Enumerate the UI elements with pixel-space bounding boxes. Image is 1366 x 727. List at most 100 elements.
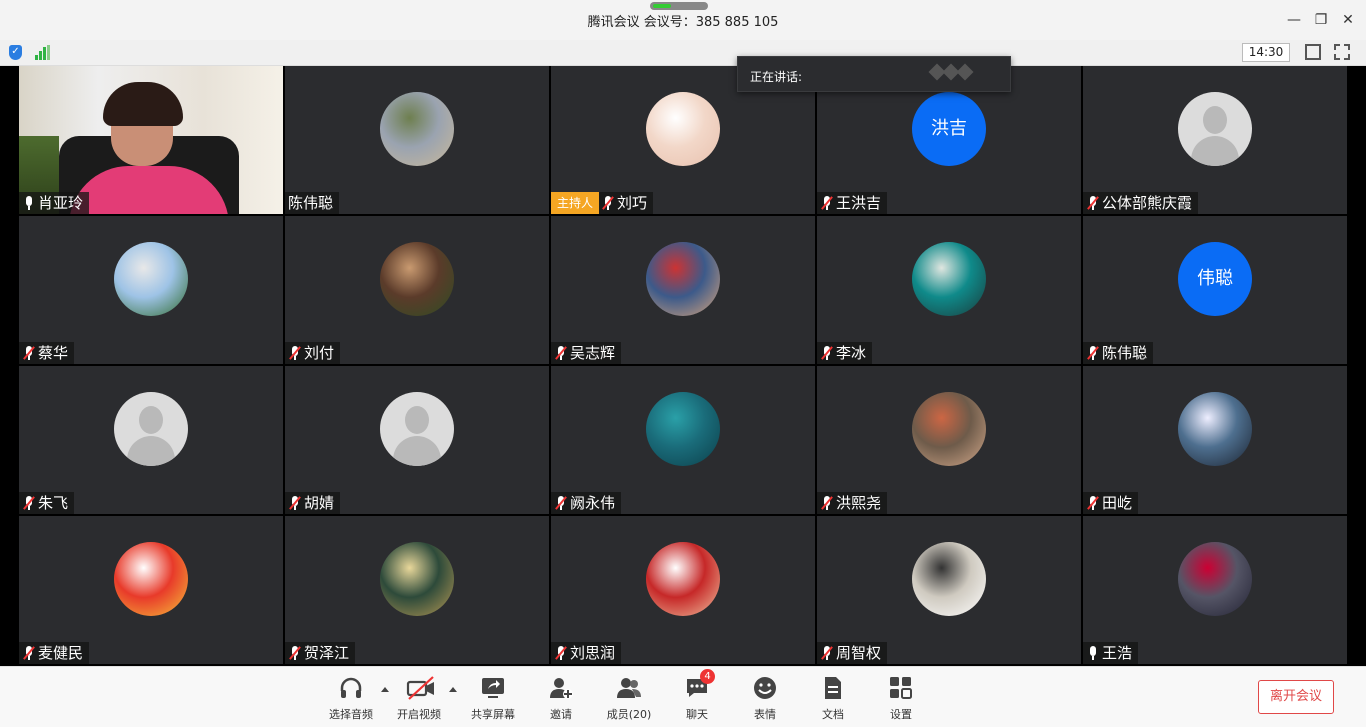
participant-nameplate: 麦健民	[19, 642, 90, 664]
mic-icon	[22, 195, 36, 211]
network-indicator	[650, 2, 708, 10]
participant-name: 刘付	[304, 344, 335, 362]
members-button[interactable]: 成员(20)	[599, 675, 659, 725]
participant-name: 刘巧	[617, 194, 648, 212]
photo-avatar	[380, 92, 454, 166]
participant-tile[interactable]: 麦健民	[19, 516, 283, 664]
participant-nameplate: 陈伟聪	[285, 192, 340, 214]
participant-grid: 肖亚玲 陈伟聪 主持人 刘巧 洪吉 王洪吉 公体部熊庆霞 蔡华 刘付 吴志辉 李冰 伟聪 陈伟聪 朱飞 胡婧…	[19, 66, 1347, 666]
mic-muted-icon	[554, 645, 568, 661]
speaking-indicator: 正在讲话:	[737, 56, 1011, 92]
avatar-initials: 洪吉	[931, 118, 967, 139]
participant-nameplate: 朱飞	[19, 492, 75, 514]
chat-button[interactable]: 4 聊天	[667, 669, 727, 725]
participant-tile[interactable]: 朱飞	[19, 366, 283, 514]
participant-tile[interactable]: 陈伟聪	[285, 66, 549, 214]
mic-muted-icon	[1086, 345, 1100, 361]
participant-nameplate: 贺泽江	[285, 642, 356, 664]
participant-tile[interactable]: 胡婧	[285, 366, 549, 514]
control-label: 表情	[754, 708, 776, 721]
participant-nameplate: 田屹	[1083, 492, 1139, 514]
control-label: 开启视频	[397, 708, 441, 721]
participant-tile[interactable]: 田屹	[1083, 366, 1347, 514]
participant-nameplate: 洪熙尧	[817, 492, 888, 514]
window-title: 腾讯会议 会议号：385 885 105	[587, 15, 779, 30]
photo-avatar	[912, 392, 986, 466]
share-screen-icon	[480, 675, 506, 701]
mic-muted-icon	[601, 195, 615, 211]
participant-tile[interactable]: 蔡华	[19, 216, 283, 364]
participant-tile[interactable]: 吴志辉	[551, 216, 815, 364]
photo-avatar	[646, 242, 720, 316]
participant-tile[interactable]: 贺泽江	[285, 516, 549, 664]
mic-icon	[1086, 645, 1100, 661]
mic-muted-icon	[288, 345, 302, 361]
avatar-initials: 伟聪	[1197, 268, 1233, 289]
control-label: 选择音频	[329, 708, 373, 721]
settings-button[interactable]: 设置	[871, 675, 931, 725]
photo-avatar	[646, 542, 720, 616]
participant-name: 王洪吉	[836, 194, 882, 212]
chat-icon: 4	[684, 669, 715, 701]
watermark-icon	[928, 63, 974, 82]
control-label: 共享屏幕	[471, 708, 515, 721]
photo-avatar	[912, 242, 986, 316]
mic-muted-icon	[1086, 195, 1100, 211]
participant-tile[interactable]: 公体部熊庆霞	[1083, 66, 1347, 214]
chevron-up-icon[interactable]	[381, 687, 389, 692]
video-off-button[interactable]: 开启视频	[389, 675, 449, 725]
share-screen-button[interactable]: 共享屏幕	[463, 675, 523, 725]
mic-muted-icon	[820, 495, 834, 511]
close-icon[interactable]: ✕	[1338, 10, 1358, 30]
fullscreen-icon[interactable]	[1334, 44, 1350, 60]
mic-muted-icon	[554, 495, 568, 511]
signal-strength-icon[interactable]	[35, 45, 51, 60]
participant-nameplate: 吴志辉	[551, 342, 622, 364]
photo-avatar	[114, 542, 188, 616]
participant-name: 朱飞	[38, 494, 69, 512]
headphones-icon	[338, 675, 364, 701]
photo-avatar	[1178, 392, 1252, 466]
participant-tile[interactable]: 洪熙尧	[817, 366, 1081, 514]
speaking-label: 正在讲话:	[750, 70, 803, 84]
participant-name: 贺泽江	[304, 644, 350, 662]
mic-muted-icon	[820, 645, 834, 661]
mic-muted-icon	[820, 345, 834, 361]
photo-avatar	[114, 242, 188, 316]
photo-avatar	[646, 392, 720, 466]
invite-button[interactable]: 邀请	[531, 675, 591, 725]
security-shield-icon[interactable]: ✓	[9, 45, 22, 60]
photo-avatar	[646, 92, 720, 166]
default-avatar-icon	[380, 392, 454, 466]
default-avatar-icon	[114, 392, 188, 466]
participant-tile[interactable]: 周智权	[817, 516, 1081, 664]
layout-icon[interactable]	[1305, 44, 1321, 60]
leave-meeting-button[interactable]: 离开会议	[1258, 680, 1334, 714]
participant-tile[interactable]: 刘付	[285, 216, 549, 364]
emoji-button[interactable]: 表情	[735, 675, 795, 725]
mic-muted-icon	[288, 645, 302, 661]
participant-name: 陈伟聪	[288, 194, 334, 212]
control-label: 成员(20)	[606, 708, 652, 721]
participant-tile[interactable]: 伟聪陈伟聪	[1083, 216, 1347, 364]
minimize-icon[interactable]: —	[1284, 10, 1304, 30]
participant-nameplate: 陈伟聪	[1083, 342, 1154, 364]
participant-tile[interactable]: 刘思润	[551, 516, 815, 664]
participant-tile[interactable]: 李冰	[817, 216, 1081, 364]
default-avatar-icon	[1178, 92, 1252, 166]
participant-tile[interactable]: 王浩	[1083, 516, 1347, 664]
participant-tile[interactable]: 阙永伟	[551, 366, 815, 514]
mic-muted-icon	[1086, 495, 1100, 511]
headphones-button[interactable]: 选择音频	[321, 675, 381, 725]
chevron-up-icon[interactable]	[449, 687, 457, 692]
participant-name: 麦健民	[38, 644, 84, 662]
participant-name: 陈伟聪	[1102, 344, 1148, 362]
participant-tile[interactable]: 肖亚玲	[19, 66, 283, 214]
meeting-clock: 14:30	[1242, 43, 1290, 62]
document-button[interactable]: 文档	[803, 675, 863, 725]
participant-nameplate: 王浩	[1083, 642, 1139, 664]
participant-nameplate: 李冰	[817, 342, 873, 364]
restore-icon[interactable]: ❐	[1311, 10, 1331, 30]
participant-name: 蔡华	[38, 344, 69, 362]
mic-muted-icon	[288, 495, 302, 511]
